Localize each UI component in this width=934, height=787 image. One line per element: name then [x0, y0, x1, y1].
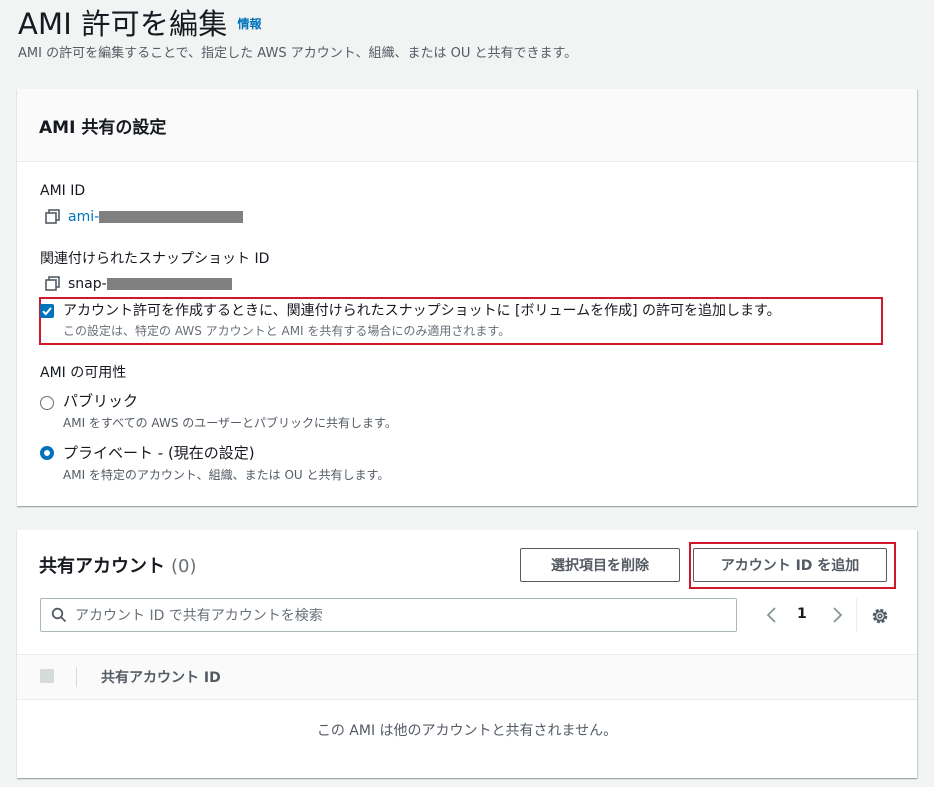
search-placeholder: アカウント ID で共有アカウントを検索 — [75, 608, 323, 624]
select-all-checkbox[interactable] — [40, 669, 54, 683]
shared-accounts-count: (0) — [171, 556, 197, 577]
volume-permission-label[interactable]: アカウント許可を作成するときに、関連付けられたスナップショットに [ボリュームを… — [63, 300, 781, 320]
ami-id-link[interactable]: ami- — [68, 209, 99, 225]
gear-icon[interactable] — [870, 606, 890, 626]
copy-icon[interactable] — [44, 208, 62, 226]
add-account-id-button[interactable]: アカウント ID を追加 — [693, 548, 887, 582]
panel-title: AMI 共有の設定 — [39, 117, 167, 138]
snapshot-id-value: snap- — [68, 276, 107, 292]
chevron-right-icon[interactable] — [827, 600, 847, 630]
account-search-input[interactable]: アカウント ID で共有アカウントを検索 — [40, 598, 737, 632]
shared-accounts-title: 共有アカウント (0) — [39, 552, 197, 578]
snapshot-id-label: 関連付けられたスナップショット ID — [40, 251, 270, 267]
volume-permission-checkbox[interactable] — [40, 304, 54, 318]
info-link[interactable]: 情報 — [237, 15, 261, 32]
divider — [856, 598, 857, 632]
ami-id-label: AMI ID — [40, 183, 86, 199]
ami-id-row: ami- — [44, 208, 244, 226]
private-radio[interactable] — [40, 446, 54, 460]
shared-accounts-panel: 共有アカウント (0) 選択項目を削除 アカウント ID を追加 アカウント ID… — [17, 530, 917, 778]
column-header-account-id[interactable]: 共有アカウント ID — [101, 667, 221, 687]
column-divider — [76, 667, 77, 687]
panel-header: AMI 共有の設定 — [17, 89, 917, 162]
volume-permission-description: この設定は、特定の AWS アカウントと AMI を共有する場合にのみ適用されま… — [63, 324, 511, 338]
copy-icon[interactable] — [44, 275, 62, 293]
public-option-label[interactable]: パブリック — [63, 390, 138, 411]
search-icon — [51, 607, 67, 623]
page-description: AMI の許可を編集することで、指定した AWS アカウント、組織、または OU… — [18, 46, 578, 61]
redacted-snapshot-id — [106, 278, 232, 290]
private-option-description: AMI を特定のアカウント、組織、または OU と共有します。 — [63, 468, 390, 482]
page-title: AMI 許可を編集 — [18, 7, 228, 41]
table-header: 共有アカウント ID — [17, 654, 917, 700]
snapshot-id-row: snap- — [44, 275, 232, 293]
redacted-ami-id — [99, 211, 244, 223]
shared-accounts-heading: 共有アカウント — [39, 556, 165, 577]
public-option-description: AMI をすべての AWS のユーザーとパブリックに共有します。 — [63, 416, 397, 430]
public-radio[interactable] — [40, 396, 54, 410]
ami-sharing-settings-panel: AMI 共有の設定 AMI ID ami- 関連付けられたスナップショット ID… — [17, 89, 917, 506]
empty-state-message: この AMI は他のアカウントと共有されません。 — [316, 723, 618, 739]
page-header: AMI 許可を編集 情報 — [18, 0, 261, 40]
remove-selected-button[interactable]: 選択項目を削除 — [520, 548, 680, 582]
chevron-left-icon[interactable] — [762, 600, 782, 630]
private-option-label[interactable]: プライベート - (現在の設定) — [63, 442, 255, 463]
availability-label: AMI の可用性 — [40, 365, 127, 381]
page-number[interactable]: 1 — [797, 606, 807, 622]
